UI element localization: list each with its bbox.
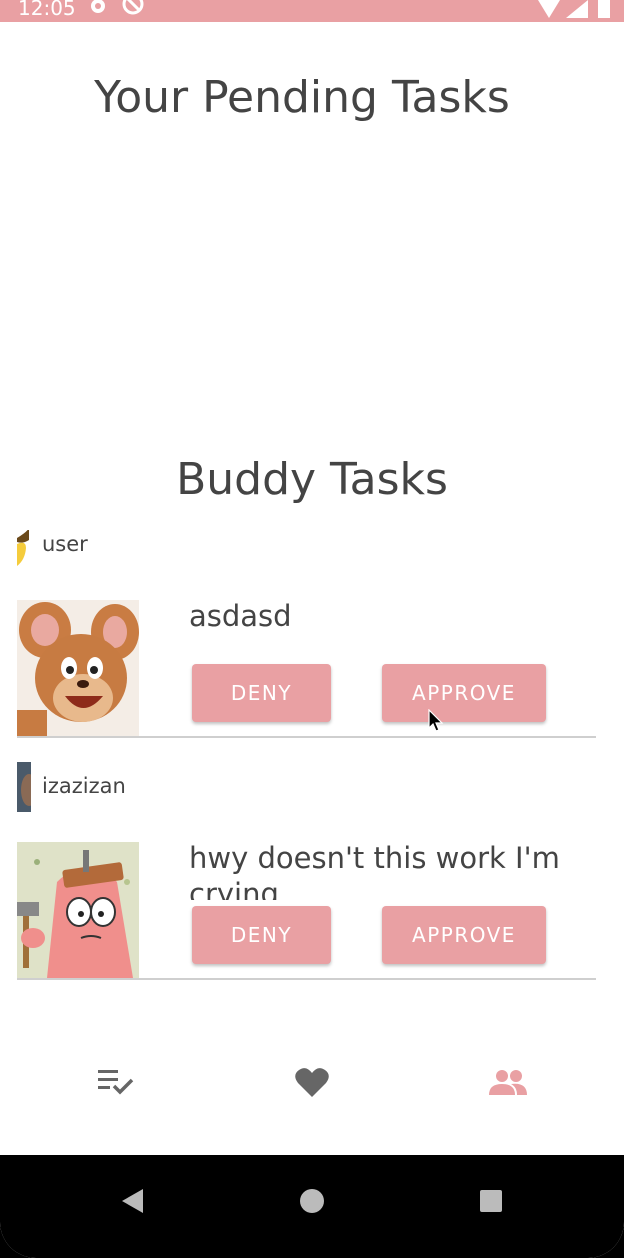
tasks-icon <box>98 1070 134 1095</box>
nav-item-tasks[interactable] <box>86 1052 146 1112</box>
nav-item-buddies[interactable] <box>478 1052 538 1112</box>
wifi-icon <box>538 0 560 18</box>
back-icon <box>122 1189 143 1213</box>
task-title: hwy doesn't this work I'm crying <box>189 841 560 900</box>
heart-icon <box>295 1068 329 1097</box>
recents-icon <box>480 1190 502 1212</box>
avatar <box>17 762 31 812</box>
app-screen: 12:05 Your Pending Tasks Buddy Tasks use… <box>0 0 624 1258</box>
task-image <box>17 600 139 736</box>
approve-button[interactable]: APPROVE <box>382 664 546 722</box>
task-username: user <box>42 532 88 556</box>
task-card: user asdasd DENY APPROVE <box>17 530 596 770</box>
card-divider <box>17 978 596 980</box>
buddies-icon <box>489 1070 527 1095</box>
task-username: izazizan <box>42 774 126 798</box>
task-card: izazizan hwy doesn't this work I'm cryin… <box>17 762 596 1012</box>
task-title: asdasd <box>189 599 292 633</box>
status-bar: 12:05 <box>0 0 624 22</box>
status-time: 12:05 <box>18 0 76 20</box>
system-navigation-bar <box>0 1155 624 1258</box>
deny-button[interactable]: DENY <box>192 906 331 964</box>
gear-icon <box>91 0 105 13</box>
home-icon <box>300 1189 324 1213</box>
recents-button[interactable] <box>471 1181 511 1221</box>
bottom-navigation <box>0 1052 624 1112</box>
blocked-icon <box>122 0 144 15</box>
mouse-cursor-icon <box>428 709 444 732</box>
battery-icon <box>598 0 610 18</box>
task-image <box>17 842 139 978</box>
home-button[interactable] <box>292 1181 332 1221</box>
nav-item-favorites[interactable] <box>282 1052 342 1112</box>
section-title: Buddy Tasks <box>176 454 448 505</box>
deny-button[interactable]: DENY <box>192 664 331 722</box>
signal-icon <box>566 0 588 18</box>
avatar <box>17 530 31 580</box>
approve-button[interactable]: APPROVE <box>382 906 546 964</box>
back-button[interactable] <box>112 1181 152 1221</box>
page-title: Your Pending Tasks <box>94 72 510 123</box>
card-divider <box>17 736 596 738</box>
